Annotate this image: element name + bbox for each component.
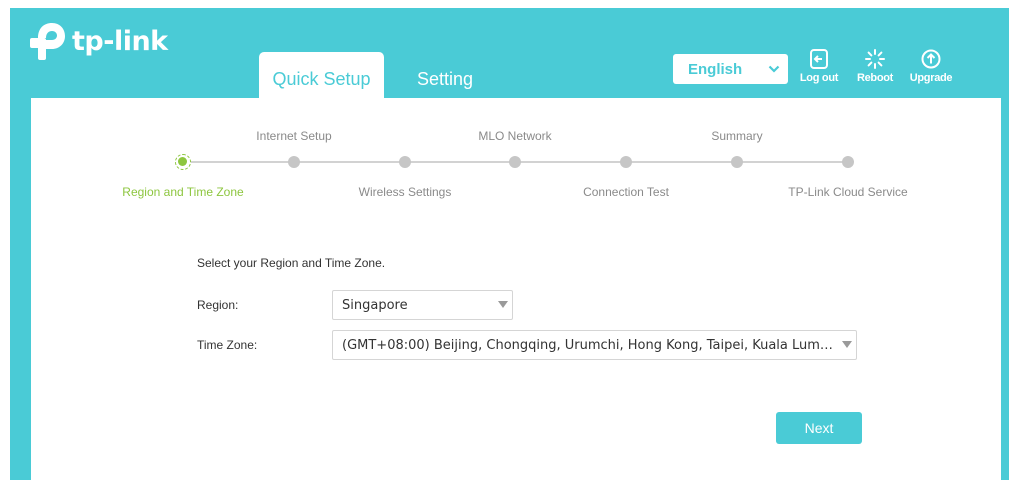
chevron-down-icon [768,65,780,73]
language-value: English [688,60,743,78]
reboot-button[interactable]: Reboot [850,48,900,84]
reboot-icon [865,49,885,69]
step-label-summary: Summary [711,129,763,143]
step-dot-wireless [399,156,411,168]
triangle-down-icon [498,301,508,308]
region-value: Singapore [342,297,408,313]
reboot-label: Reboot [856,72,894,84]
content-panel: Region and Time Zone Internet Setup Wire… [31,98,1001,480]
form-intro: Select your Region and Time Zone. [197,256,386,270]
brand-name: tp-link [72,25,168,57]
step-label-wireless: Wireless Settings [358,185,452,199]
step-label-connection: Connection Test [583,185,669,199]
triangle-down-icon [842,341,852,348]
step-dot-summary [731,156,743,168]
step-dot-mlo [509,156,521,168]
upgrade-icon [921,49,941,69]
step-label-internet: Internet Setup [256,129,332,143]
timezone-select[interactable]: (GMT+08:00) Beijing, Chongqing, Urumchi,… [332,330,857,360]
region-label: Region: [197,298,239,312]
step-dot-cloud [842,156,854,168]
next-button[interactable]: Next [776,412,862,444]
step-dot-region [175,154,191,170]
region-select[interactable]: Singapore [332,290,513,320]
step-dot-connection [620,156,632,168]
step-dot-internet [288,156,300,168]
step-label-region: Region and Time Zone [122,185,244,199]
upgrade-label: Upgrade [909,72,953,84]
upgrade-button[interactable]: Upgrade [906,48,956,84]
step-label-cloud: TP-Link Cloud Service [788,185,908,199]
language-select[interactable]: English [673,54,788,84]
logout-button[interactable]: Log out [794,48,844,84]
tp-link-logo: tp-link [30,22,168,60]
timezone-label: Time Zone: [197,338,258,352]
logout-label: Log out [799,72,839,84]
tp-link-logo-icon [30,23,65,60]
app-frame: tp-link Quick Setup Setting English Log … [10,8,1009,480]
timezone-value: (GMT+08:00) Beijing, Chongqing, Urumchi,… [342,337,833,353]
step-label-mlo: MLO Network [478,129,552,143]
logout-icon [810,49,828,69]
